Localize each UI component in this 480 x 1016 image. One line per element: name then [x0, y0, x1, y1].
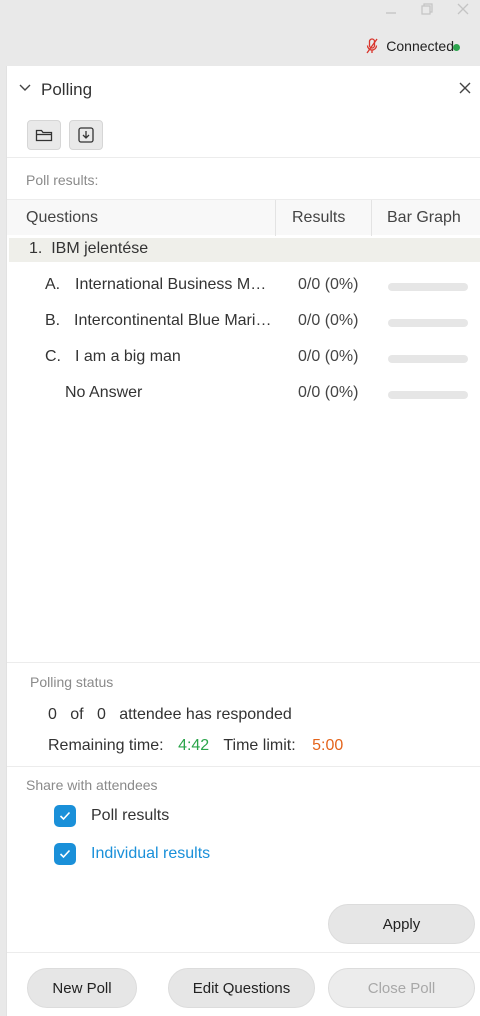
answer-row[interactable]: C. I am a big man 0/0 (0%): [7, 343, 480, 373]
open-poll-button[interactable]: [27, 120, 61, 150]
answer-result: 0/0 (0%): [298, 348, 359, 365]
close-icon[interactable]: [452, 2, 474, 20]
individual-results-option-label[interactable]: Individual results: [91, 845, 210, 863]
answer-text: No Answer: [65, 384, 143, 401]
answer-bar: [388, 355, 468, 363]
checkmark-icon: [59, 811, 71, 821]
poll-results-checkbox[interactable]: [54, 805, 76, 827]
answer-row[interactable]: No Answer 0/0 (0%): [7, 379, 480, 409]
status-label: Connected: [386, 38, 454, 54]
panel-title: Polling: [41, 80, 93, 99]
new-poll-button[interactable]: New Poll: [27, 968, 137, 1008]
save-results-button[interactable]: [69, 120, 103, 150]
panel-header: Polling: [7, 66, 480, 112]
checkmark-icon: [59, 849, 71, 859]
folder-open-icon: [35, 129, 53, 142]
mic-muted-icon[interactable]: [366, 38, 378, 54]
section-divider: [7, 662, 480, 663]
poll-results-option-label[interactable]: Poll results: [91, 807, 169, 825]
time-limit-value: 5:00: [312, 737, 344, 754]
remaining-time-value: 4:42: [178, 737, 210, 754]
answer-bar: [388, 391, 468, 399]
panel-toolbar: [7, 112, 480, 158]
question-text: IBM jelentése: [51, 240, 149, 257]
answer-bar: [388, 319, 468, 327]
answer-result: 0/0 (0%): [298, 384, 359, 401]
chevron-down-icon[interactable]: [19, 84, 31, 92]
edit-questions-button[interactable]: Edit Questions: [168, 968, 315, 1008]
close-poll-button[interactable]: Close Poll: [328, 968, 475, 1008]
restore-icon[interactable]: [416, 2, 438, 20]
response-count: 0 of 0 attendee has responded: [48, 706, 292, 724]
section-divider: [7, 766, 480, 767]
column-questions: Questions: [26, 209, 99, 226]
answer-row[interactable]: A. International Business Machines 0/0 (…: [7, 271, 480, 301]
status-dot: [453, 44, 460, 51]
window-titlebar: Connected: [0, 0, 480, 66]
answer-row[interactable]: B. Intercontinental Blue Marines 0/0 (0%…: [7, 307, 480, 337]
download-icon: [78, 127, 94, 143]
results-table-header: Questions Results Bar Graph: [7, 199, 480, 236]
connection-status: Connected: [366, 38, 454, 54]
footer-divider: [7, 952, 480, 953]
close-panel-icon[interactable]: [457, 80, 473, 96]
answer-result: 0/0 (0%): [298, 276, 359, 293]
answer-letter: A.: [45, 276, 61, 293]
answer-text: I am a big man: [75, 348, 181, 365]
time-info: Remaining time: 4:42 Time limit: 5:00: [48, 737, 349, 755]
apply-button[interactable]: Apply: [328, 904, 475, 944]
polling-status-label: Polling status: [30, 674, 114, 690]
answer-text: Intercontinental Blue Marines: [74, 312, 278, 329]
responded-suffix: attendee has responded: [119, 706, 292, 723]
time-limit-label: Time limit:: [223, 737, 296, 754]
individual-results-checkbox[interactable]: [54, 843, 76, 865]
question-label: 1. IBM jelentése: [29, 240, 148, 258]
responded-count: 0: [48, 706, 57, 723]
column-bar-graph: Bar Graph: [387, 209, 461, 226]
column-divider[interactable]: [371, 200, 372, 236]
question-number: 1.: [29, 240, 43, 257]
answer-bar: [388, 283, 468, 291]
answer-letter: B.: [45, 312, 61, 329]
remaining-time-label: Remaining time:: [48, 737, 164, 754]
poll-results-label: Poll results:: [26, 172, 99, 188]
question-row[interactable]: 1. IBM jelentése: [9, 238, 480, 262]
column-results: Results: [292, 209, 346, 226]
polling-panel: Polling Poll results: Questions Results …: [6, 66, 480, 1016]
attendee-total: 0: [96, 706, 106, 723]
share-label: Share with attendees: [26, 777, 158, 793]
column-divider[interactable]: [275, 200, 276, 236]
minimize-icon[interactable]: [380, 2, 402, 20]
answer-letter: C.: [45, 348, 61, 365]
answer-text: International Business Machines: [75, 276, 275, 293]
of-word: of: [70, 706, 84, 723]
answer-result: 0/0 (0%): [298, 312, 359, 329]
